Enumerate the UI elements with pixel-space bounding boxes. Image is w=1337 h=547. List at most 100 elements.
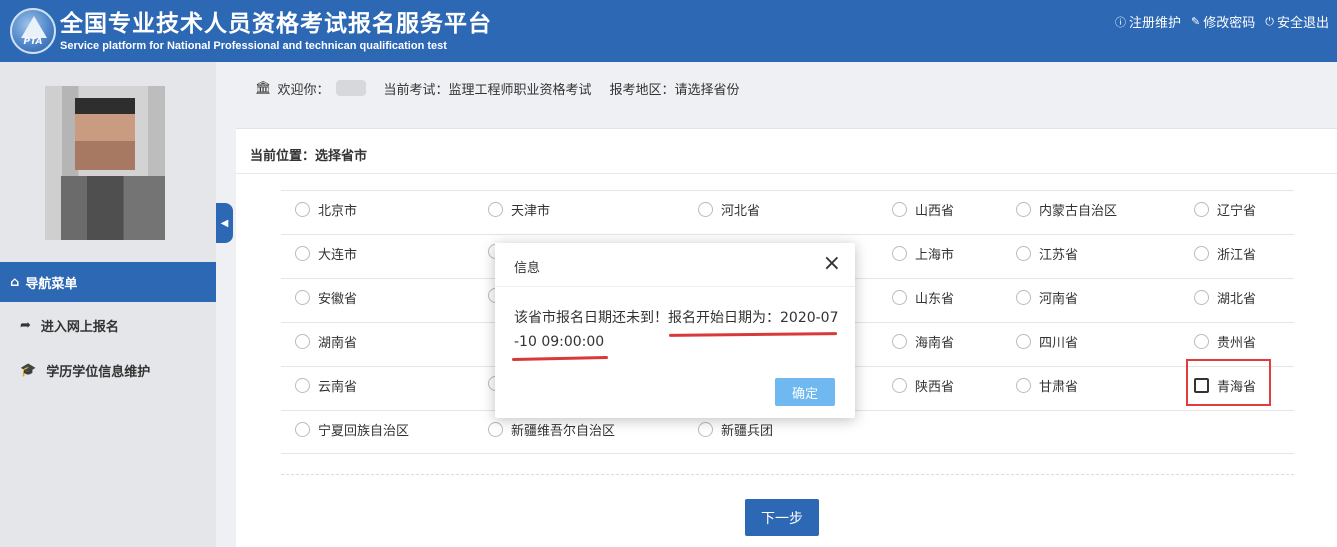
option-zhejiang[interactable]: 浙江省 xyxy=(1194,244,1256,263)
option-label: 山西省 xyxy=(915,204,955,219)
option-label: 云南省 xyxy=(318,380,358,395)
site-title: 全国专业技术人员资格考试报名服务平台 xyxy=(60,11,492,37)
dashed-divider xyxy=(281,474,1294,475)
region-text: 报考地区：请选择省份 xyxy=(609,82,740,98)
sidebar-item-label: 学历学位信息维护 xyxy=(46,365,151,380)
radio-icon[interactable] xyxy=(1016,334,1031,349)
radio-icon[interactable] xyxy=(295,246,310,261)
option-sichuan[interactable]: 四川省 xyxy=(1016,332,1078,351)
radio-icon[interactable] xyxy=(892,246,907,261)
sidebar: ⌂ 导航菜单 ➦ 进入网上报名 🎓 学历学位信息维护 xyxy=(0,62,216,547)
option-label: 山东省 xyxy=(915,292,955,307)
option-hunan[interactable]: 湖南省 xyxy=(295,332,357,351)
logout-link[interactable]: ⏻ 安全退出 xyxy=(1265,12,1329,32)
radio-icon[interactable] xyxy=(1194,202,1209,217)
option-jiangsu[interactable]: 江苏省 xyxy=(1016,244,1078,263)
radio-icon[interactable] xyxy=(1016,290,1031,305)
radio-icon[interactable] xyxy=(488,202,503,217)
info-dialog: 信息 × 该省市报名日期还未到！报名开始日期为：2020-07-10 09:00… xyxy=(495,243,855,418)
radio-icon[interactable] xyxy=(892,378,907,393)
top-header: PTA 全国专业技术人员资格考试报名服务平台 Service platform … xyxy=(0,0,1337,62)
radio-icon[interactable] xyxy=(488,422,503,437)
province-row: 北京市 天津市 河北省 山西省 内蒙古自治区 辽宁省 xyxy=(281,190,1294,234)
change-password-link[interactable]: ✎ 修改密码 xyxy=(1191,12,1255,31)
option-label: 四川省 xyxy=(1039,336,1079,351)
logout-label: 安全退出 xyxy=(1276,16,1329,31)
radio-icon[interactable] xyxy=(1016,202,1031,217)
option-hebei[interactable]: 河北省 xyxy=(698,200,760,219)
radio-icon[interactable] xyxy=(892,202,907,217)
dialog-message: 该省市报名日期还未到！报名开始日期为：2020-07-10 09:00:00 xyxy=(514,310,839,350)
option-label: 内蒙古自治区 xyxy=(1039,204,1118,219)
option-label: 北京市 xyxy=(318,204,358,219)
option-label: 湖南省 xyxy=(318,336,358,351)
option-label: 宁夏回族自治区 xyxy=(318,424,410,439)
option-dalian[interactable]: 大连市 xyxy=(295,244,357,263)
chevron-left-icon: ◀ xyxy=(220,217,229,229)
radio-icon[interactable] xyxy=(1016,246,1031,261)
option-label: 海南省 xyxy=(915,336,955,351)
nav-menu-header[interactable]: ⌂ 导航菜单 xyxy=(0,262,216,302)
option-henan[interactable]: 河南省 xyxy=(1016,288,1078,307)
option-yunnan[interactable]: 云南省 xyxy=(295,376,357,395)
next-step-button[interactable]: 下一步 xyxy=(745,499,819,536)
option-hubei[interactable]: 湖北省 xyxy=(1194,288,1256,307)
bank-icon: 🏛 xyxy=(255,80,272,96)
dialog-divider xyxy=(495,286,855,287)
option-hainan[interactable]: 海南省 xyxy=(892,332,954,351)
radio-icon[interactable] xyxy=(892,334,907,349)
option-label: 辽宁省 xyxy=(1217,204,1257,219)
user-photo xyxy=(45,86,165,240)
blurred-username xyxy=(335,80,366,96)
option-anhui[interactable]: 安徽省 xyxy=(295,288,357,307)
option-xinjiang[interactable]: 新疆维吾尔自治区 xyxy=(488,420,615,439)
sidebar-item-degree-info[interactable]: 🎓 学历学位信息维护 xyxy=(20,361,150,380)
option-xinjiang-bingtuan[interactable]: 新疆兵团 xyxy=(698,420,773,439)
close-icon[interactable]: × xyxy=(823,251,841,277)
option-ningxia[interactable]: 宁夏回族自治区 xyxy=(295,420,409,439)
radio-icon[interactable] xyxy=(1194,334,1209,349)
option-label: 河南省 xyxy=(1039,292,1079,307)
option-beijing[interactable]: 北京市 xyxy=(295,200,357,219)
radio-icon[interactable] xyxy=(1194,290,1209,305)
share-arrow-icon: ➦ xyxy=(20,318,31,333)
confirm-button[interactable]: 确定 xyxy=(775,378,835,406)
option-label: 甘肃省 xyxy=(1039,380,1079,395)
option-label: 安徽省 xyxy=(318,292,358,307)
radio-icon[interactable] xyxy=(892,290,907,305)
option-gansu[interactable]: 甘肃省 xyxy=(1016,376,1078,395)
register-maintain-label: 注册维护 xyxy=(1129,16,1182,31)
radio-icon[interactable] xyxy=(295,202,310,217)
option-neimenggu[interactable]: 内蒙古自治区 xyxy=(1016,200,1117,219)
sidebar-item-label: 进入网上报名 xyxy=(40,320,119,335)
option-label: 陕西省 xyxy=(915,380,955,395)
option-shandong[interactable]: 山东省 xyxy=(892,288,954,307)
radio-icon[interactable] xyxy=(295,422,310,437)
option-label: 湖北省 xyxy=(1217,292,1257,307)
edit-icon: ✎ xyxy=(1191,15,1201,28)
radio-icon[interactable] xyxy=(698,422,713,437)
radio-icon[interactable] xyxy=(295,334,310,349)
radio-icon[interactable] xyxy=(1016,378,1031,393)
divider xyxy=(236,173,1337,174)
option-shanghai[interactable]: 上海市 xyxy=(892,244,954,263)
site-subtitle: Service platform for National Profession… xyxy=(60,40,447,52)
nav-menu-title: 导航菜单 xyxy=(25,276,78,292)
register-maintain-link[interactable]: ⓘ 注册维护 xyxy=(1115,12,1182,32)
option-tianjin[interactable]: 天津市 xyxy=(488,200,550,219)
pta-logo: PTA xyxy=(10,8,56,54)
option-liaoning[interactable]: 辽宁省 xyxy=(1194,200,1256,219)
option-label: 新疆兵团 xyxy=(721,424,774,439)
option-shanxi[interactable]: 山西省 xyxy=(892,200,954,219)
option-shaanxi[interactable]: 陕西省 xyxy=(892,376,954,395)
option-guizhou[interactable]: 贵州省 xyxy=(1194,332,1256,351)
sidebar-item-online-register[interactable]: ➦ 进入网上报名 xyxy=(20,316,119,335)
sidebar-collapse-button[interactable]: ◀ xyxy=(216,203,233,243)
radio-icon[interactable] xyxy=(1194,246,1209,261)
current-exam-text: 当前考试：监理工程师职业资格考试 xyxy=(383,82,592,98)
radio-icon[interactable] xyxy=(295,290,310,305)
radio-icon[interactable] xyxy=(295,378,310,393)
radio-icon[interactable] xyxy=(698,202,713,217)
breadcrumb: 当前位置：选择省市 xyxy=(250,149,368,164)
option-label: 江苏省 xyxy=(1039,248,1079,263)
